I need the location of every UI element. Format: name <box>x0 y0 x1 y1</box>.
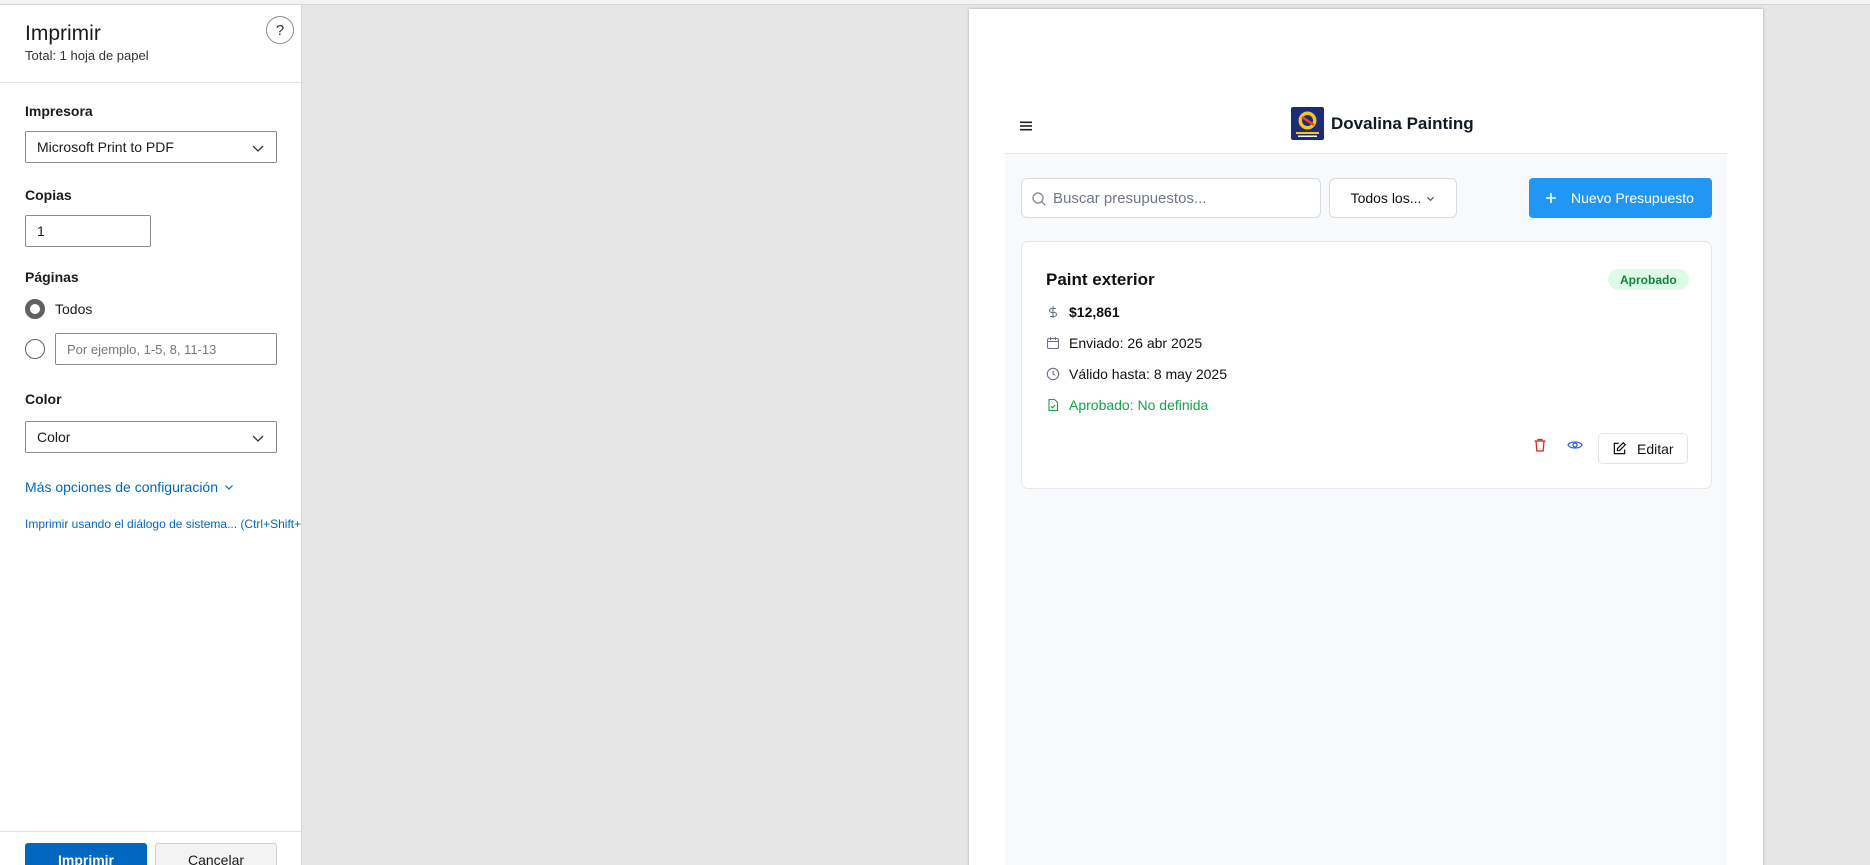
print-settings-panel: Imprimir Total: 1 hoja de papel ? Impres… <box>0 5 302 865</box>
menu-icon[interactable] <box>1019 119 1033 133</box>
status-filter-select[interactable]: Todos los... <box>1329 178 1457 218</box>
printer-value: Microsoft Print to PDF <box>37 139 174 155</box>
more-settings-label: Más opciones de configuración <box>25 479 219 495</box>
quote-price: $12,861 <box>1069 304 1120 320</box>
clock-icon <box>1046 367 1060 381</box>
chevron-down-icon <box>252 145 264 152</box>
chevron-down-icon <box>225 485 233 490</box>
color-select[interactable]: Color <box>25 421 277 453</box>
status-badge: Aprobado <box>1608 269 1689 290</box>
plus-icon <box>1546 193 1556 203</box>
brand-name: Dovalina Painting <box>1331 114 1474 133</box>
file-check-icon <box>1048 398 1059 412</box>
dollar-icon <box>1048 306 1058 318</box>
quote-valid-row: Válido hasta: 8 may 2025 <box>1046 366 1227 382</box>
chevron-down-icon <box>1427 196 1435 201</box>
printer-label: Impresora <box>25 103 93 119</box>
quote-title: Paint exterior <box>1046 270 1155 289</box>
sheet-count: Total: 1 hoja de papel <box>25 48 149 63</box>
help-button[interactable]: ? <box>266 16 294 44</box>
edit-button[interactable]: Editar <box>1598 433 1688 464</box>
new-quote-label: Nuevo Presupuesto <box>1571 190 1694 206</box>
edit-label: Editar <box>1637 440 1674 457</box>
cancel-button[interactable]: Cancelar <box>155 843 277 865</box>
status-filter-value: Todos los... <box>1350 190 1422 206</box>
quote-approved-row: Aprobado: No definida <box>1046 397 1208 413</box>
quote-approved-date: Aprobado: No definida <box>1069 397 1209 413</box>
copies-label: Copias <box>25 187 72 203</box>
search-placeholder: Buscar presupuestos... <box>1053 189 1207 207</box>
new-quote-button[interactable]: Nuevo Presupuesto <box>1529 178 1712 218</box>
print-preview-page: Dovalina Painting Buscar presupuestos...… <box>969 9 1763 865</box>
pages-label: Páginas <box>25 269 79 285</box>
pages-all-label: Todos <box>55 301 93 317</box>
more-settings-link[interactable]: Más opciones de configuración <box>25 479 234 495</box>
search-icon <box>1032 192 1046 206</box>
edit-icon <box>1613 441 1627 455</box>
calendar-icon <box>1046 337 1060 350</box>
quote-sent-date: Enviado: 26 abr 2025 <box>1069 335 1203 351</box>
quote-valid-until: Válido hasta: 8 may 2025 <box>1069 366 1227 382</box>
pages-range-placeholder: Por ejemplo, 1-5, 8, 11-13 <box>67 341 217 357</box>
chevron-down-icon <box>252 435 264 442</box>
system-dialog-link[interactable]: Imprimir usando el diálogo de sistema...… <box>25 517 301 531</box>
footer-divider <box>0 831 301 832</box>
pages-range-radio[interactable] <box>25 339 45 359</box>
company-logo <box>1291 107 1324 140</box>
header-divider <box>0 82 301 83</box>
help-icon: ? <box>275 21 285 39</box>
quote-card: Paint exterior Aprobado $12,861 Enviado:… <box>1021 241 1712 489</box>
print-dialog-title: Imprimir <box>25 22 101 45</box>
pages-all-radio[interactable] <box>25 299 45 319</box>
eye-icon[interactable] <box>1567 437 1583 453</box>
printer-select[interactable]: Microsoft Print to PDF <box>25 131 277 163</box>
copies-value: 1 <box>37 223 45 239</box>
quote-sent-row: Enviado: 26 abr 2025 <box>1046 335 1202 351</box>
trash-icon[interactable] <box>1532 437 1548 453</box>
quote-price-row: $12,861 <box>1046 304 1120 320</box>
copies-input[interactable]: 1 <box>25 215 151 247</box>
search-input[interactable]: Buscar presupuestos... <box>1021 178 1321 218</box>
pages-range-input[interactable]: Por ejemplo, 1-5, 8, 11-13 <box>55 333 277 365</box>
color-value: Color <box>37 429 71 445</box>
print-button[interactable]: Imprimir <box>25 843 147 865</box>
color-label: Color <box>25 391 62 407</box>
app-header-divider <box>1005 153 1727 154</box>
